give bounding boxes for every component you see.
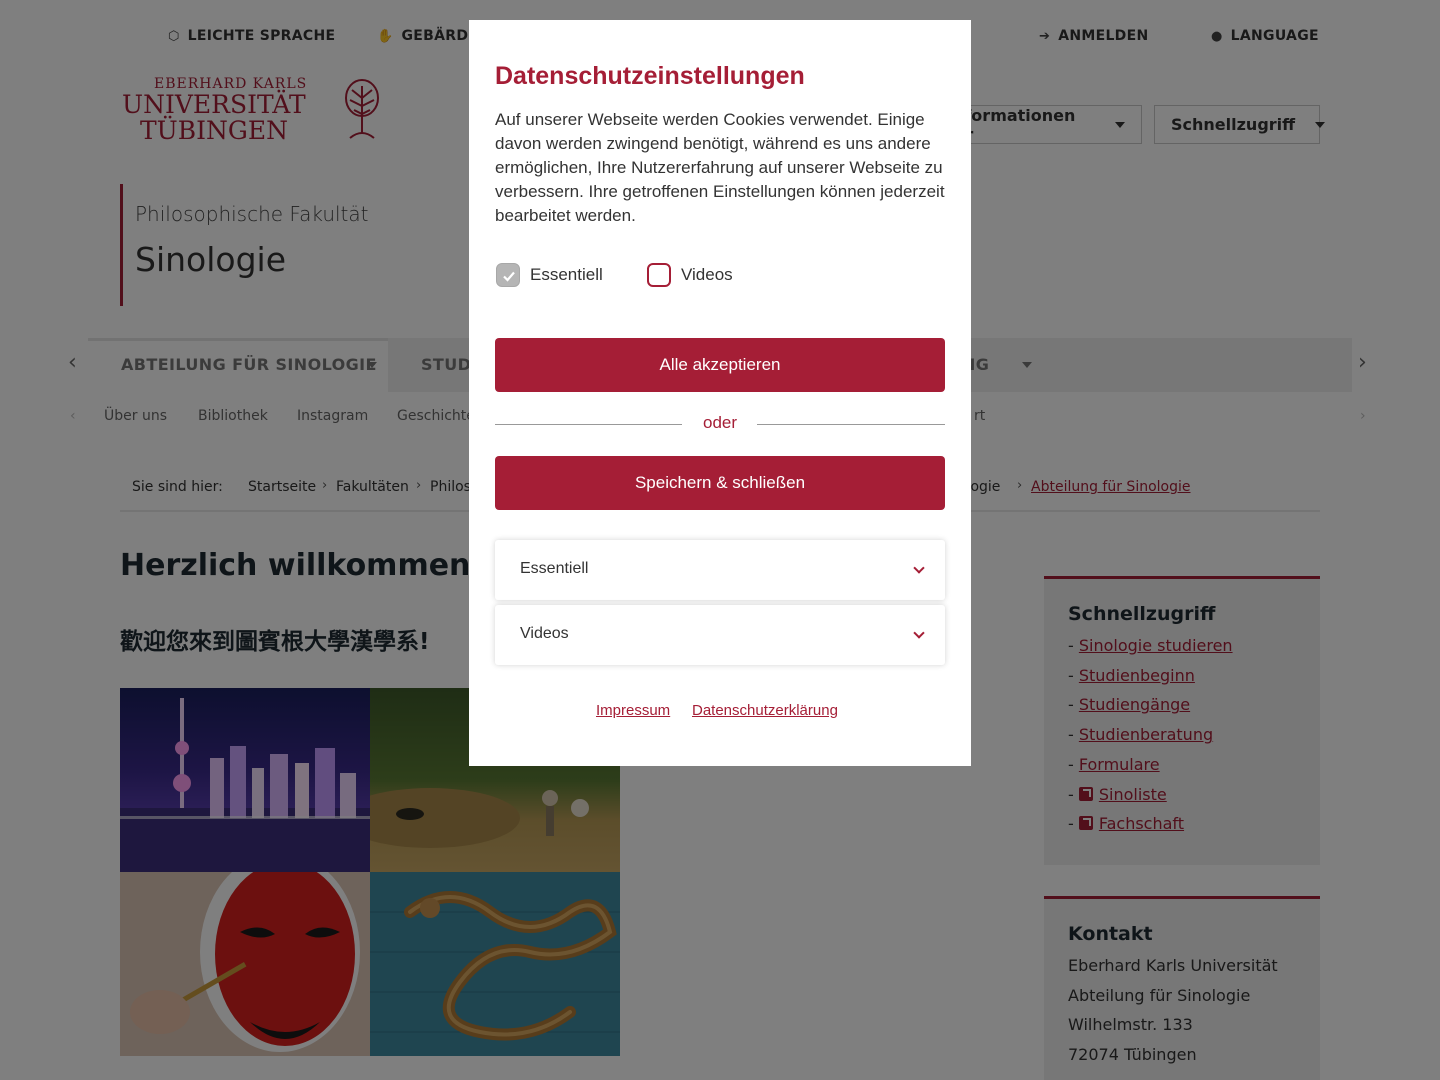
oder-divider: oder [495, 412, 945, 436]
chevron-down-icon [913, 562, 925, 574]
chevron-down-icon [913, 627, 925, 639]
checkmark-icon [503, 271, 515, 282]
accordion-essentiell-label: Essentiell [520, 560, 589, 577]
videos-checkbox[interactable] [647, 263, 671, 287]
accordion-essentiell[interactable]: Essentiell [495, 540, 945, 600]
accordion-videos-label: Videos [520, 625, 569, 642]
accordion-videos[interactable]: Videos [495, 605, 945, 665]
videos-checkbox-label: Videos [681, 265, 733, 284]
essentiell-checkbox[interactable] [496, 263, 520, 287]
divider-line [757, 424, 945, 425]
page: ⬡ LEICHTE SPRACHE ✋ GEBÄRDEN ➔ ANMELDEN … [0, 0, 1440, 1080]
oder-text: oder [702, 413, 738, 432]
modal-title: Datenschutzeinstellungen [495, 62, 805, 90]
modal-description: Auf unserer Webseite werden Cookies verw… [495, 110, 945, 225]
datenschutz-link[interactable]: Datenschutzerklärung [692, 702, 838, 719]
privacy-settings-modal: Datenschutzeinstellungen Auf unserer Web… [469, 20, 971, 766]
accept-all-button[interactable]: Alle akzeptieren [495, 338, 945, 392]
save-close-button[interactable]: Speichern & schließen [495, 456, 945, 510]
essentiell-checkbox-label: Essentiell [530, 265, 603, 284]
impressum-link[interactable]: Impressum [596, 702, 670, 719]
